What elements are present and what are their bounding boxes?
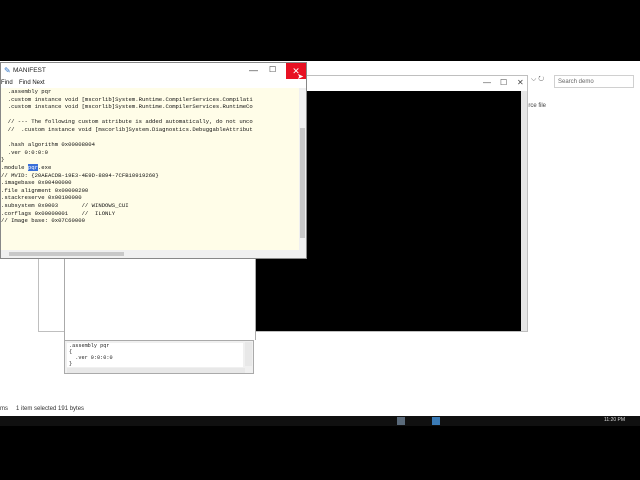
horizontal-scroll-thumb[interactable]	[9, 252, 124, 256]
vertical-scrollbar[interactable]	[299, 88, 306, 250]
info-pane: .assembly pqr { .ver 0:0:0:0 }	[64, 340, 254, 374]
manifest-code: .assembly pqr .custom instance void [msc…	[1, 88, 253, 225]
status-selection: 1 item selected 191 bytes	[16, 406, 85, 412]
taskbar-app-icon[interactable]	[397, 417, 405, 425]
module-extension: .exe	[37, 163, 52, 171]
menu-bar: Find Find Next	[1, 79, 306, 88]
explorer-nav-icons[interactable]: ⌵ ↻	[531, 76, 544, 84]
info-text-area[interactable]: .assembly pqr { .ver 0:0:0:0 }	[67, 343, 243, 367]
minimize-button[interactable]: —	[483, 78, 491, 87]
console-scrollbar[interactable]	[521, 91, 527, 331]
info-horizontal-scrollbar[interactable]	[67, 368, 245, 373]
code-lines-after: // MVID: {20AEACDB-19E3-4E9D-8894-7CFB10…	[1, 171, 159, 225]
search-input[interactable]: Search demo	[554, 75, 634, 88]
horizontal-scrollbar[interactable]	[1, 250, 306, 258]
manifest-title-bar[interactable]: ✎ MANIFEST — ☐ ✕ ➤	[1, 63, 306, 81]
info-vertical-scrollbar[interactable]	[245, 342, 252, 366]
taskbar-app-icon-active[interactable]	[432, 417, 440, 425]
tree-view-panel[interactable]	[64, 258, 256, 340]
feather-icon: ✎	[4, 66, 11, 75]
window-title: MANIFEST	[13, 67, 46, 74]
module-directive: .module	[1, 163, 28, 171]
status-item-count: ms	[0, 406, 8, 412]
menu-item-find[interactable]: Find	[1, 80, 13, 86]
code-lines-before: .assembly pqr .custom instance void [msc…	[1, 88, 253, 164]
selected-module-name[interactable]: pqr	[27, 163, 38, 171]
explorer-status-bar: ms 1 item selected 191 bytes	[0, 403, 640, 416]
vertical-scroll-thumb[interactable]	[300, 128, 305, 238]
menu-item-find-next[interactable]: Find Next	[19, 80, 45, 86]
close-button[interactable]: ✕	[517, 78, 524, 87]
maximize-button[interactable]: ☐	[269, 65, 276, 74]
manifest-window: ✎ MANIFEST — ☐ ✕ ➤ Find Find Next .assem…	[0, 62, 307, 259]
taskbar-clock[interactable]: 11:20 PM	[604, 417, 625, 423]
manifest-text-area[interactable]: .assembly pqr .custom instance void [msc…	[1, 88, 299, 250]
minimize-button[interactable]: —	[249, 65, 258, 75]
explorer-details-text: urce file	[525, 103, 547, 109]
taskbar: 11:20 PM	[0, 416, 640, 426]
maximize-button[interactable]: ☐	[500, 78, 507, 87]
